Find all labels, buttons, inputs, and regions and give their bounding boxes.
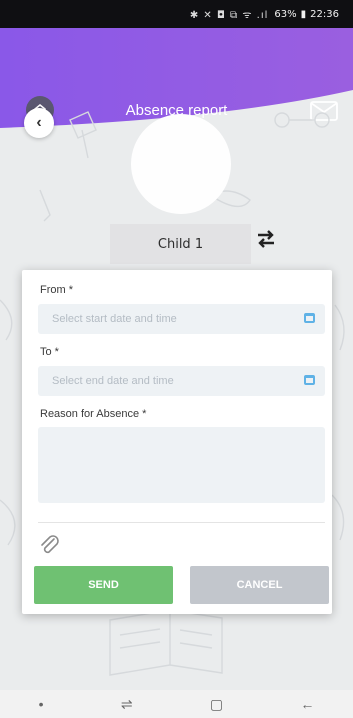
system-nav-bar: • ⇌ ▢ ← [0, 690, 353, 718]
status-icons: ✱ ✕ ◘ ⧉ ᯤ .ıl [189, 10, 269, 21]
child-selector[interactable]: Child 1 [110, 224, 251, 264]
calendar-icon [304, 313, 315, 323]
home-nav-icon[interactable]: ▢ [210, 696, 223, 713]
swap-icon[interactable] [255, 229, 277, 249]
to-label: To * [40, 346, 59, 358]
end-date-placeholder: Select end date and time [52, 375, 174, 387]
start-date-placeholder: Select start date and time [52, 313, 177, 325]
mail-button[interactable] [309, 100, 339, 122]
back-button[interactable]: ‹ [24, 108, 54, 138]
clock: 22:36 [310, 8, 339, 20]
reason-label: Reason for Absence * [40, 408, 147, 420]
battery-icon: ▮ [300, 8, 307, 20]
back-nav-icon[interactable]: ← [300, 696, 314, 712]
absence-form: From * Select start date and time To * S… [22, 270, 332, 614]
chevron-left-icon: ‹ [36, 114, 42, 131]
end-date-field[interactable]: Select end date and time [38, 366, 325, 396]
status-bar: ✱ ✕ ◘ ⧉ ᯤ .ıl 63% ▮ 22:36 [0, 0, 353, 28]
app-header: Absence report [0, 28, 353, 128]
battery-level: 63% [274, 8, 297, 20]
divider [38, 522, 325, 523]
nav-dot-icon: • [38, 696, 44, 712]
cancel-button[interactable]: CANCEL [190, 566, 329, 604]
attach-button[interactable] [38, 533, 62, 557]
calendar-icon [304, 375, 315, 385]
send-button[interactable]: SEND [34, 566, 173, 604]
reason-textarea[interactable] [38, 427, 325, 503]
from-label: From * [40, 284, 73, 296]
recent-apps-icon[interactable]: ⇌ [121, 696, 133, 713]
mail-icon [310, 101, 338, 121]
start-date-field[interactable]: Select start date and time [38, 304, 325, 334]
paperclip-icon [41, 535, 59, 554]
child-avatar [131, 114, 231, 214]
